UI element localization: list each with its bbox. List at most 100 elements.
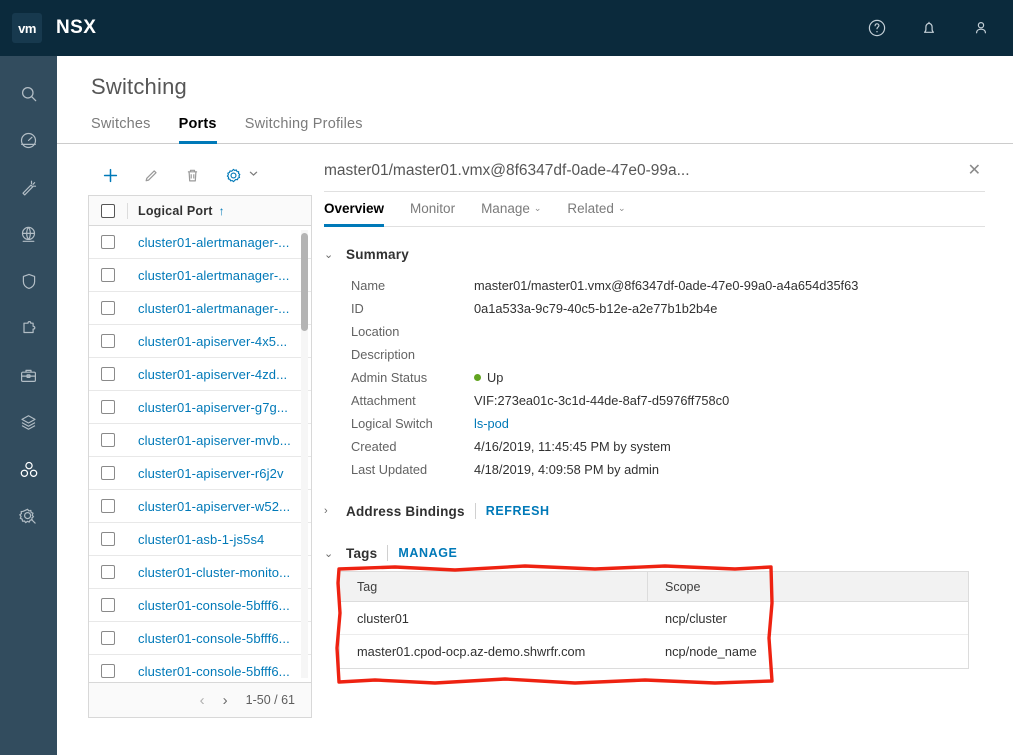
logical-switch-link[interactable]: ls-pod — [474, 416, 509, 431]
chevron-down-icon: ⌄ — [533, 203, 542, 213]
summary-field-row: Logical Switch ls-pod — [324, 412, 985, 435]
logical-port-link[interactable]: cluster01-apiserver-4zd... — [138, 367, 287, 382]
row-checkbox[interactable] — [101, 334, 115, 348]
chevron-expanded-icon[interactable]: ⌄ — [324, 547, 336, 560]
logical-port-link[interactable]: cluster01-asb-1-js5s4 — [138, 532, 264, 547]
logical-port-link[interactable]: cluster01-apiserver-w52... — [138, 499, 290, 514]
column-header-logical-port[interactable]: Logical Port ↑ — [138, 204, 225, 218]
rail-item-switching-cubes[interactable] — [0, 446, 57, 493]
tab-manage[interactable]: Manage ⌄ — [481, 201, 541, 226]
chevron-collapsed-icon[interactable]: › — [324, 505, 336, 517]
grid-scrollbar-track[interactable] — [301, 230, 308, 678]
tab-switching-profiles[interactable]: Switching Profiles — [245, 116, 363, 143]
row-checkbox[interactable] — [101, 631, 115, 645]
tab-ports[interactable]: Ports — [178, 116, 217, 144]
rail-item-layers[interactable] — [0, 399, 57, 446]
vmware-logo: vm — [12, 13, 42, 43]
logical-port-link[interactable]: cluster01-alertmanager-... — [138, 301, 289, 316]
address-bindings-section-header[interactable]: › Address Bindings REFRESH — [324, 503, 985, 519]
row-checkbox[interactable] — [101, 598, 115, 612]
table-row[interactable]: cluster01-alertmanager-... — [89, 226, 311, 259]
logical-port-link[interactable]: cluster01-alertmanager-... — [138, 268, 289, 283]
chevron-expanded-icon[interactable]: ⌄ — [324, 248, 336, 261]
row-checkbox[interactable] — [101, 499, 115, 513]
tags-table: Tag Scope cluster01 ncp/cluster master01… — [339, 571, 969, 669]
close-icon[interactable]: ✕ — [964, 162, 985, 179]
logical-port-link[interactable]: cluster01-apiserver-mvb... — [138, 433, 291, 448]
table-row[interactable]: cluster01-apiserver-r6j2v — [89, 457, 311, 490]
tab-monitor[interactable]: Monitor — [410, 201, 455, 226]
field-key: Last Updated — [351, 462, 428, 477]
logical-port-link[interactable]: cluster01-apiserver-r6j2v — [138, 466, 284, 481]
row-checkbox[interactable] — [101, 565, 115, 579]
field-value-status: Up — [474, 370, 503, 385]
table-row[interactable]: cluster01-alertmanager-... — [89, 292, 311, 325]
rail-item-search[interactable] — [0, 70, 57, 117]
row-checkbox[interactable] — [101, 433, 115, 447]
row-checkbox[interactable] — [101, 235, 115, 249]
rail-item-wand[interactable] — [0, 164, 57, 211]
table-row[interactable]: cluster01-cluster-monito... — [89, 556, 311, 589]
refresh-button[interactable]: REFRESH — [486, 504, 550, 518]
rail-item-system-gear[interactable] — [0, 493, 57, 540]
rail-item-toolbox[interactable] — [0, 352, 57, 399]
help-icon[interactable] — [867, 18, 887, 38]
row-checkbox[interactable] — [101, 664, 115, 678]
field-value: 4/16/2019, 11:45:45 PM by system — [474, 439, 671, 454]
rail-item-dashboard[interactable] — [0, 117, 57, 164]
page-tabs: Switches Ports Switching Profiles — [57, 116, 1013, 144]
field-key: Created — [351, 439, 397, 454]
pagination-info: 1-50 / 61 — [245, 693, 295, 707]
logical-port-link[interactable]: cluster01-console-5bfff6... — [138, 664, 290, 679]
tab-overview[interactable]: Overview — [324, 201, 385, 227]
row-checkbox[interactable] — [101, 301, 115, 315]
next-page-button[interactable]: › — [223, 692, 228, 709]
tab-manage-label: Manage — [481, 201, 530, 216]
field-key: Name — [351, 278, 386, 293]
table-row[interactable]: cluster01-alertmanager-... — [89, 259, 311, 292]
tags-section-header[interactable]: ⌄ Tags MANAGE — [324, 545, 985, 561]
table-row[interactable]: cluster01-apiserver-w52... — [89, 490, 311, 523]
grid-scrollbar-thumb[interactable] — [301, 233, 308, 331]
table-row[interactable]: cluster01-console-5bfff6... — [89, 589, 311, 622]
logical-port-link[interactable]: cluster01-apiserver-4x5... — [138, 334, 287, 349]
tag-value: master01.cpod-ocp.az-demo.shwrfr.com — [357, 644, 586, 659]
table-row[interactable]: cluster01-apiserver-4x5... — [89, 325, 311, 358]
nsx-application: vm NSX Switching Switches Ports Switchin… — [0, 0, 1013, 755]
rail-item-networking[interactable] — [0, 211, 57, 258]
select-all-checkbox[interactable] — [101, 203, 115, 218]
grid-settings-chevron-down-icon[interactable] — [248, 166, 259, 184]
add-port-button[interactable] — [90, 160, 131, 190]
logical-port-link[interactable]: cluster01-console-5bfff6... — [138, 598, 290, 613]
rail-item-security-shield[interactable] — [0, 258, 57, 305]
row-checkbox[interactable] — [101, 268, 115, 282]
table-row[interactable]: cluster01-console-5bfff6... — [89, 655, 311, 682]
logical-port-link[interactable]: cluster01-apiserver-g7g... — [138, 400, 288, 415]
bell-icon[interactable] — [919, 18, 939, 38]
summary-field-row: Admin Status Up — [324, 366, 985, 389]
summary-section-header[interactable]: ⌄ Summary — [324, 247, 985, 262]
row-checkbox[interactable] — [101, 400, 115, 414]
table-row[interactable]: cluster01-apiserver-g7g... — [89, 391, 311, 424]
table-row[interactable]: cluster01-console-5bfff6... — [89, 622, 311, 655]
table-row[interactable]: cluster01-apiserver-4zd... — [89, 358, 311, 391]
row-checkbox[interactable] — [101, 532, 115, 546]
logical-port-link[interactable]: cluster01-alertmanager-... — [138, 235, 289, 250]
table-row[interactable]: cluster01-apiserver-mvb... — [89, 424, 311, 457]
table-row[interactable]: cluster01-asb-1-js5s4 — [89, 523, 311, 556]
row-checkbox[interactable] — [101, 466, 115, 480]
detail-panel-title: master01/master01.vmx@8f6347df-0ade-47e0… — [324, 161, 690, 179]
rail-item-inventory-puzzle[interactable] — [0, 305, 57, 352]
logical-port-link[interactable]: cluster01-console-5bfff6... — [138, 631, 290, 646]
tab-switches[interactable]: Switches — [91, 116, 151, 143]
manage-tags-button[interactable]: MANAGE — [398, 546, 457, 560]
logical-port-link[interactable]: cluster01-cluster-monito... — [138, 565, 290, 580]
edit-port-button[interactable] — [131, 160, 172, 190]
delete-port-button[interactable] — [172, 160, 213, 190]
user-avatar-icon[interactable] — [971, 18, 991, 38]
tab-related[interactable]: Related ⌄ — [567, 201, 625, 226]
row-checkbox[interactable] — [101, 367, 115, 381]
status-up-indicator — [474, 374, 481, 381]
previous-page-button[interactable]: ‹ — [200, 692, 205, 709]
tab-monitor-label: Monitor — [410, 201, 456, 216]
